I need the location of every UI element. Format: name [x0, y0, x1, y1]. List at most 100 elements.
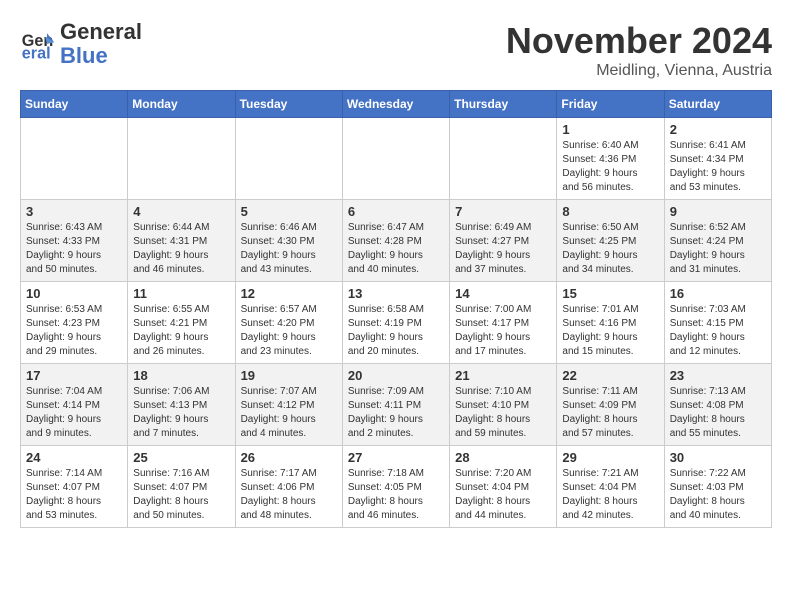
calendar-cell: 6 Sunrise: 6:47 AM Sunset: 4:28 PM Daylig…: [342, 200, 449, 282]
weekday-header-wednesday: Wednesday: [342, 91, 449, 118]
day-number: 4: [133, 204, 229, 219]
calendar-cell: 13 Sunrise: 6:58 AM Sunset: 4:19 PM Dayli…: [342, 282, 449, 364]
day-number: 3: [26, 204, 122, 219]
day-number: 28: [455, 450, 551, 465]
calendar-cell: [342, 118, 449, 200]
day-info: Sunrise: 7:17 AM Sunset: 4:06 PM Dayligh…: [241, 467, 337, 523]
day-info: Sunrise: 6:58 AM Sunset: 4:19 PM Dayligh…: [348, 303, 444, 359]
svg-text:eral: eral: [22, 45, 51, 63]
day-info: Sunrise: 7:04 AM Sunset: 4:14 PM Dayligh…: [26, 385, 122, 441]
day-info: Sunrise: 6:43 AM Sunset: 4:33 PM Dayligh…: [26, 221, 122, 277]
weekday-header-monday: Monday: [128, 91, 235, 118]
calendar-cell: 15 Sunrise: 7:01 AM Sunset: 4:16 PM Dayli…: [557, 282, 664, 364]
day-number: 20: [348, 368, 444, 383]
calendar-cell: 22 Sunrise: 7:11 AM Sunset: 4:09 PM Dayli…: [557, 364, 664, 446]
day-info: Sunrise: 7:01 AM Sunset: 4:16 PM Dayligh…: [562, 303, 658, 359]
day-info: Sunrise: 6:57 AM Sunset: 4:20 PM Dayligh…: [241, 303, 337, 359]
location: Meidling, Vienna, Austria: [506, 62, 772, 80]
day-number: 21: [455, 368, 551, 383]
weekday-header-friday: Friday: [557, 91, 664, 118]
week-row-1: 1Sunrise: 6:40 AM Sunset: 4:36 PM Daylig…: [21, 118, 772, 200]
day-info: Sunrise: 6:55 AM Sunset: 4:21 PM Dayligh…: [133, 303, 229, 359]
day-info: Sunrise: 6:50 AM Sunset: 4:25 PM Dayligh…: [562, 221, 658, 277]
day-info: Sunrise: 7:20 AM Sunset: 4:04 PM Dayligh…: [455, 467, 551, 523]
weekday-header-thursday: Thursday: [450, 91, 557, 118]
day-info: Sunrise: 7:06 AM Sunset: 4:13 PM Dayligh…: [133, 385, 229, 441]
day-info: Sunrise: 7:22 AM Sunset: 4:03 PM Dayligh…: [670, 467, 766, 523]
day-info: Sunrise: 6:41 AM Sunset: 4:34 PM Dayligh…: [670, 139, 766, 195]
day-number: 12: [241, 286, 337, 301]
day-number: 7: [455, 204, 551, 219]
day-info: Sunrise: 7:10 AM Sunset: 4:10 PM Dayligh…: [455, 385, 551, 441]
calendar-cell: [128, 118, 235, 200]
calendar-cell: 17 Sunrise: 7:04 AM Sunset: 4:14 PM Dayli…: [21, 364, 128, 446]
calendar-cell: 24 Sunrise: 7:14 AM Sunset: 4:07 PM Dayli…: [21, 446, 128, 528]
day-info: Sunrise: 6:52 AM Sunset: 4:24 PM Dayligh…: [670, 221, 766, 277]
day-number: 18: [133, 368, 229, 383]
day-info: Sunrise: 7:16 AM Sunset: 4:07 PM Dayligh…: [133, 467, 229, 523]
day-info: Sunrise: 7:11 AM Sunset: 4:09 PM Dayligh…: [562, 385, 658, 441]
day-number: 19: [241, 368, 337, 383]
day-info: Sunrise: 6:49 AM Sunset: 4:27 PM Dayligh…: [455, 221, 551, 277]
day-number: 5: [241, 204, 337, 219]
day-number: 25: [133, 450, 229, 465]
day-info: Sunrise: 6:47 AM Sunset: 4:28 PM Dayligh…: [348, 221, 444, 277]
day-number: 6: [348, 204, 444, 219]
month-title: November 2024: [506, 20, 772, 62]
calendar-cell: 5Sunrise: 6:46 AM Sunset: 4:30 PM Daylig…: [235, 200, 342, 282]
day-number: 27: [348, 450, 444, 465]
calendar-cell: 25 Sunrise: 7:16 AM Sunset: 4:07 PM Dayli…: [128, 446, 235, 528]
day-number: 14: [455, 286, 551, 301]
day-number: 2: [670, 122, 766, 137]
day-number: 9: [670, 204, 766, 219]
week-row-3: 10 Sunrise: 6:53 AM Sunset: 4:23 PM Dayli…: [21, 282, 772, 364]
calendar-cell: 21 Sunrise: 7:10 AM Sunset: 4:10 PM Dayli…: [450, 364, 557, 446]
day-info: Sunrise: 7:14 AM Sunset: 4:07 PM Dayligh…: [26, 467, 122, 523]
calendar-cell: 8 Sunrise: 6:50 AM Sunset: 4:25 PM Daylig…: [557, 200, 664, 282]
weekday-header-row: SundayMondayTuesdayWednesdayThursdayFrid…: [21, 91, 772, 118]
calendar-cell: 16 Sunrise: 7:03 AM Sunset: 4:15 PM Dayli…: [664, 282, 771, 364]
title-block: November 2024 Meidling, Vienna, Austria: [506, 20, 772, 80]
calendar-cell: 28 Sunrise: 7:20 AM Sunset: 4:04 PM Dayli…: [450, 446, 557, 528]
day-number: 8: [562, 204, 658, 219]
day-number: 22: [562, 368, 658, 383]
calendar-table: SundayMondayTuesdayWednesdayThursdayFrid…: [20, 90, 772, 528]
calendar-cell: 27 Sunrise: 7:18 AM Sunset: 4:05 PM Dayli…: [342, 446, 449, 528]
calendar-cell: 30Sunrise: 7:22 AM Sunset: 4:03 PM Dayli…: [664, 446, 771, 528]
calendar-cell: 19 Sunrise: 7:07 AM Sunset: 4:12 PM Dayli…: [235, 364, 342, 446]
logo: Gen eral General Blue: [20, 20, 142, 68]
day-number: 17: [26, 368, 122, 383]
calendar-cell: [235, 118, 342, 200]
day-info: Sunrise: 7:09 AM Sunset: 4:11 PM Dayligh…: [348, 385, 444, 441]
calendar-cell: 26 Sunrise: 7:17 AM Sunset: 4:06 PM Dayli…: [235, 446, 342, 528]
calendar-cell: 1Sunrise: 6:40 AM Sunset: 4:36 PM Daylig…: [557, 118, 664, 200]
day-number: 11: [133, 286, 229, 301]
logo-text: General Blue: [60, 20, 142, 68]
calendar-cell: [21, 118, 128, 200]
day-number: 23: [670, 368, 766, 383]
day-number: 24: [26, 450, 122, 465]
calendar-cell: [450, 118, 557, 200]
calendar-cell: 4Sunrise: 6:44 AM Sunset: 4:31 PM Daylig…: [128, 200, 235, 282]
day-info: Sunrise: 7:07 AM Sunset: 4:12 PM Dayligh…: [241, 385, 337, 441]
logo-icon: Gen eral: [20, 26, 56, 62]
week-row-4: 17 Sunrise: 7:04 AM Sunset: 4:14 PM Dayli…: [21, 364, 772, 446]
day-number: 26: [241, 450, 337, 465]
day-number: 16: [670, 286, 766, 301]
day-number: 15: [562, 286, 658, 301]
week-row-5: 24 Sunrise: 7:14 AM Sunset: 4:07 PM Dayli…: [21, 446, 772, 528]
page-header: Gen eral General Blue November 2024 Meid…: [20, 20, 772, 80]
day-number: 10: [26, 286, 122, 301]
day-info: Sunrise: 7:18 AM Sunset: 4:05 PM Dayligh…: [348, 467, 444, 523]
calendar-cell: 3 Sunrise: 6:43 AM Sunset: 4:33 PM Daylig…: [21, 200, 128, 282]
day-info: Sunrise: 7:00 AM Sunset: 4:17 PM Dayligh…: [455, 303, 551, 359]
calendar-cell: 23Sunrise: 7:13 AM Sunset: 4:08 PM Dayli…: [664, 364, 771, 446]
weekday-header-sunday: Sunday: [21, 91, 128, 118]
day-number: 13: [348, 286, 444, 301]
calendar-cell: 2 Sunrise: 6:41 AM Sunset: 4:34 PM Daylig…: [664, 118, 771, 200]
day-info: Sunrise: 7:03 AM Sunset: 4:15 PM Dayligh…: [670, 303, 766, 359]
calendar-cell: 11 Sunrise: 6:55 AM Sunset: 4:21 PM Dayli…: [128, 282, 235, 364]
day-info: Sunrise: 6:53 AM Sunset: 4:23 PM Dayligh…: [26, 303, 122, 359]
calendar-cell: 12 Sunrise: 6:57 AM Sunset: 4:20 PM Dayli…: [235, 282, 342, 364]
day-info: Sunrise: 6:40 AM Sunset: 4:36 PM Dayligh…: [562, 139, 658, 195]
